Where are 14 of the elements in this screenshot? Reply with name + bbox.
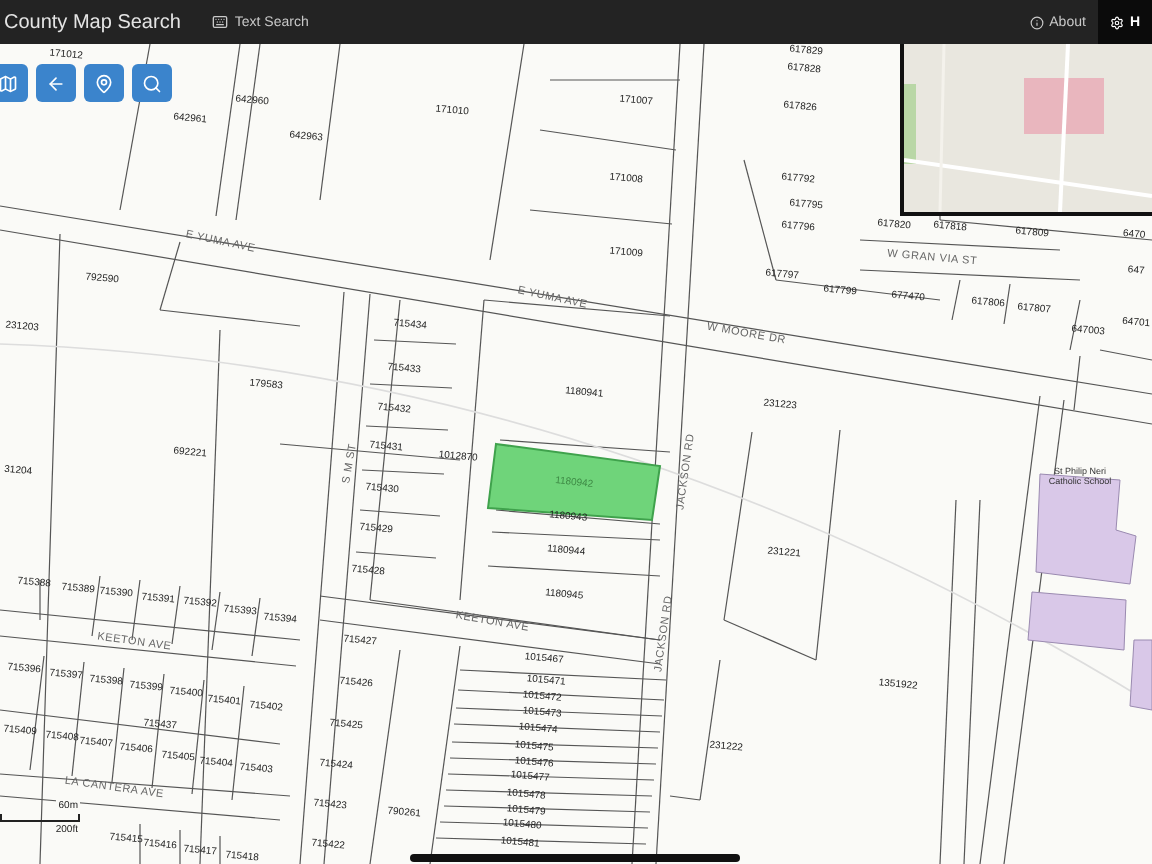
- map-tool-button[interactable]: [36, 64, 76, 102]
- selected-parcel[interactable]: [486, 442, 662, 522]
- map-icon: [0, 73, 18, 93]
- app-title: County Map Search: [2, 11, 183, 33]
- gear-icon: [1109, 15, 1124, 29]
- map-tool-button[interactable]: [132, 64, 172, 102]
- search-icon: [142, 73, 162, 93]
- keyboard-icon: [212, 14, 229, 30]
- arrow-left-icon: [46, 73, 66, 93]
- scale-bar: [0, 814, 80, 822]
- info-icon: [1029, 15, 1044, 29]
- map-tool-button[interactable]: [84, 64, 124, 102]
- map-tool-button[interactable]: [0, 64, 28, 102]
- pin-icon: [94, 73, 114, 93]
